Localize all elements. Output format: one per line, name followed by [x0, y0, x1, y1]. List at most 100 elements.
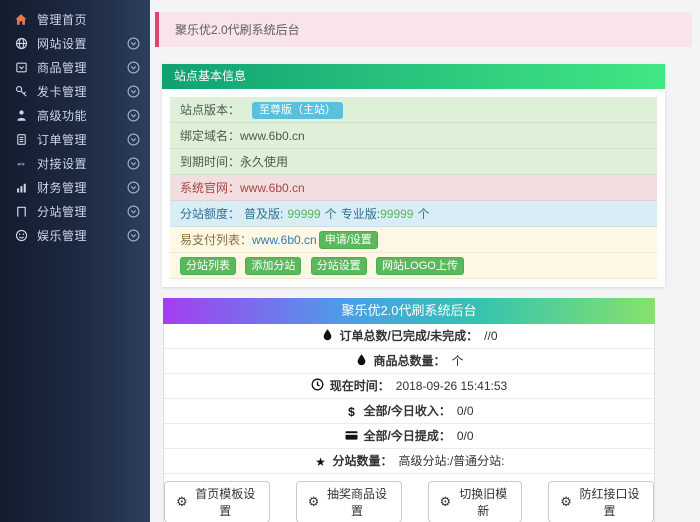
- home-icon: [13, 12, 29, 26]
- lottery-products-button[interactable]: ⚙抽奖商品设置: [296, 481, 402, 522]
- card-icon: [344, 430, 358, 441]
- key-icon: [13, 84, 29, 98]
- site-info-panel: 站点基本信息 站点版本：至尊版（主站） 绑定域名：www.6b0.cn 到期时间…: [162, 64, 665, 287]
- switch-template-button[interactable]: ⚙切换旧模新: [428, 481, 523, 522]
- row-epay-list: 易支付列表：www.6b0.cn申请/设置: [170, 227, 657, 253]
- row-label: 分站额度：: [180, 207, 240, 221]
- row-site-version: 站点版本： 至尊版（主站）: [170, 97, 657, 123]
- chevron-down-icon[interactable]: [127, 229, 140, 242]
- stat-row-substation-count: ★ 分站数量： 高级分站:/普通分站:: [164, 449, 654, 474]
- stat-value: 0/0: [457, 404, 474, 418]
- quota-tier1-count: 99999: [287, 207, 320, 221]
- quota-tier2-unit: 个: [417, 207, 429, 221]
- homepage-template-button[interactable]: ⚙ 首页模板设置: [164, 481, 270, 522]
- row-expire-time: 到期时间：永久使用: [170, 149, 657, 175]
- row-substation-quota: 分站额度：普及版:99999个专业版:99999个: [170, 201, 657, 227]
- sidebar-item-card-management[interactable]: 发卡管理: [0, 79, 150, 103]
- gear-icon: ⚙: [308, 496, 320, 508]
- sidebar-item-label: 网站设置: [37, 35, 127, 52]
- substation-settings-button[interactable]: 分站设置: [311, 257, 367, 275]
- sidebar-item-substations[interactable]: 分站管理: [0, 199, 150, 223]
- chevron-down-icon[interactable]: [127, 205, 140, 218]
- sidebar-item-entertainment[interactable]: 娱乐管理: [0, 223, 150, 247]
- epay-apply-button[interactable]: 申请/设置: [319, 231, 378, 249]
- epay-link[interactable]: www.6b0.cn: [252, 233, 317, 247]
- stat-value: 高级分站:/普通分站:: [399, 454, 505, 468]
- stat-label: 现在时间：: [330, 379, 390, 393]
- stat-row-products: 商品总数量： 个: [164, 349, 654, 374]
- quota-tier1-label: 普及版:: [244, 207, 283, 221]
- stat-label: 商品总数量：: [373, 354, 445, 368]
- sidebar-item-label: 管理首页: [37, 11, 140, 28]
- star-icon: ★: [313, 450, 327, 475]
- row-label: 站点版本：: [180, 103, 240, 117]
- orders-icon: [13, 132, 29, 146]
- row-label: 到期时间：: [180, 155, 240, 169]
- chevron-down-icon[interactable]: [127, 85, 140, 98]
- chevron-down-icon[interactable]: [127, 181, 140, 194]
- site-info-table: 站点版本：至尊版（主站） 绑定域名：www.6b0.cn 到期时间：永久使用 系…: [170, 97, 657, 279]
- quota-tier1-unit: 个: [325, 207, 337, 221]
- version-badge: 至尊版（主站）: [252, 102, 343, 119]
- button-label: 首页模板设置: [193, 485, 258, 519]
- gear-icon: ⚙: [176, 496, 188, 508]
- stat-label: 分站数量：: [332, 454, 392, 468]
- substation-list-button[interactable]: 分站列表: [180, 257, 236, 275]
- globe-icon: [13, 36, 29, 50]
- dashboard-settings-row: ⚙首页模板设置 ⚙抽奖商品设置 ⚙切换旧模新 ⚙防红接口设置: [164, 474, 654, 522]
- expire-value: 永久使用: [240, 155, 288, 169]
- button-label: 切换旧模新: [456, 485, 510, 519]
- row-substation-actions: 分站列表 添加分站 分站设置 网站LOGO上传: [170, 253, 657, 279]
- row-official-site: 系统官网：www.6b0.cn: [170, 175, 657, 201]
- dashboard-body: 订单总数/已完成/未完成：//0 商品总数量：个 现在时间：2018-09-26…: [163, 324, 655, 522]
- chevron-down-icon[interactable]: [127, 37, 140, 50]
- sidebar-item-label: 发卡管理: [37, 83, 127, 100]
- chevron-down-icon[interactable]: [127, 133, 140, 146]
- stat-row-current-time: 现在时间： 2018-09-26 15:41:53: [164, 374, 654, 399]
- sidebar-item-home[interactable]: 管理首页: [0, 7, 150, 31]
- button-label: 防红接口设置: [577, 485, 642, 519]
- entertainment-icon: [13, 228, 29, 242]
- stat-row-commission: 全部/今日提成： 0/0: [164, 424, 654, 449]
- user-icon: [13, 108, 29, 122]
- stat-row-income: $ 全部/今日收入： 0/0: [164, 399, 654, 424]
- drop-icon: [320, 328, 334, 341]
- sidebar-item-orders[interactable]: 订单管理: [0, 127, 150, 151]
- sidebar-item-products[interactable]: 商品管理: [0, 55, 150, 79]
- sidebar-item-label: 订单管理: [37, 131, 127, 148]
- sidebar-item-advanced[interactable]: 高级功能: [0, 103, 150, 127]
- dollar-icon: $: [344, 400, 358, 425]
- row-label: 易支付列表：: [180, 233, 252, 247]
- system-title-alert: 聚乐优2.0代刷系统后台: [155, 12, 692, 47]
- stat-value: 个: [452, 354, 464, 368]
- add-substation-button[interactable]: 添加分站: [245, 257, 301, 275]
- chevron-down-icon[interactable]: [127, 109, 140, 122]
- quota-tier2-label: 专业版:: [341, 207, 380, 221]
- stat-label: 全部/今日收入：: [363, 404, 450, 418]
- stat-value: 0/0: [457, 429, 474, 443]
- sidebar-item-label: 娱乐管理: [37, 227, 127, 244]
- site-info-header: 站点基本信息: [162, 64, 665, 89]
- chevron-down-icon[interactable]: [127, 157, 140, 170]
- drop-icon: [354, 353, 368, 366]
- admin-app: 管理首页 网站设置 商品管理 发卡管理: [0, 0, 700, 522]
- stat-label: 全部/今日提成：: [363, 429, 450, 443]
- logo-upload-button[interactable]: 网站LOGO上传: [376, 257, 464, 275]
- official-site-link[interactable]: www.6b0.cn: [240, 181, 305, 195]
- substation-icon: [13, 204, 29, 218]
- sidebar: 管理首页 网站设置 商品管理 发卡管理: [0, 0, 150, 522]
- gear-icon: ⚙: [560, 496, 572, 508]
- sidebar-item-api-settings[interactable]: ⇔ 对接设置: [0, 151, 150, 175]
- finance-chart-icon: [13, 180, 29, 194]
- sidebar-item-label: 高级功能: [37, 107, 127, 124]
- sidebar-item-site-settings[interactable]: 网站设置: [0, 31, 150, 55]
- products-icon: [13, 60, 29, 74]
- stat-value: 2018-09-26 15:41:53: [396, 379, 507, 393]
- dashboard-header: 聚乐优2.0代刷系统后台: [163, 298, 655, 324]
- sidebar-item-label: 财务管理: [37, 179, 127, 196]
- sidebar-item-label: 分站管理: [37, 203, 127, 220]
- sidebar-item-finance[interactable]: 财务管理: [0, 175, 150, 199]
- antired-api-button[interactable]: ⚙ 防红接口设置: [548, 481, 654, 522]
- chevron-down-icon[interactable]: [127, 61, 140, 74]
- sidebar-item-label: 对接设置: [37, 155, 127, 172]
